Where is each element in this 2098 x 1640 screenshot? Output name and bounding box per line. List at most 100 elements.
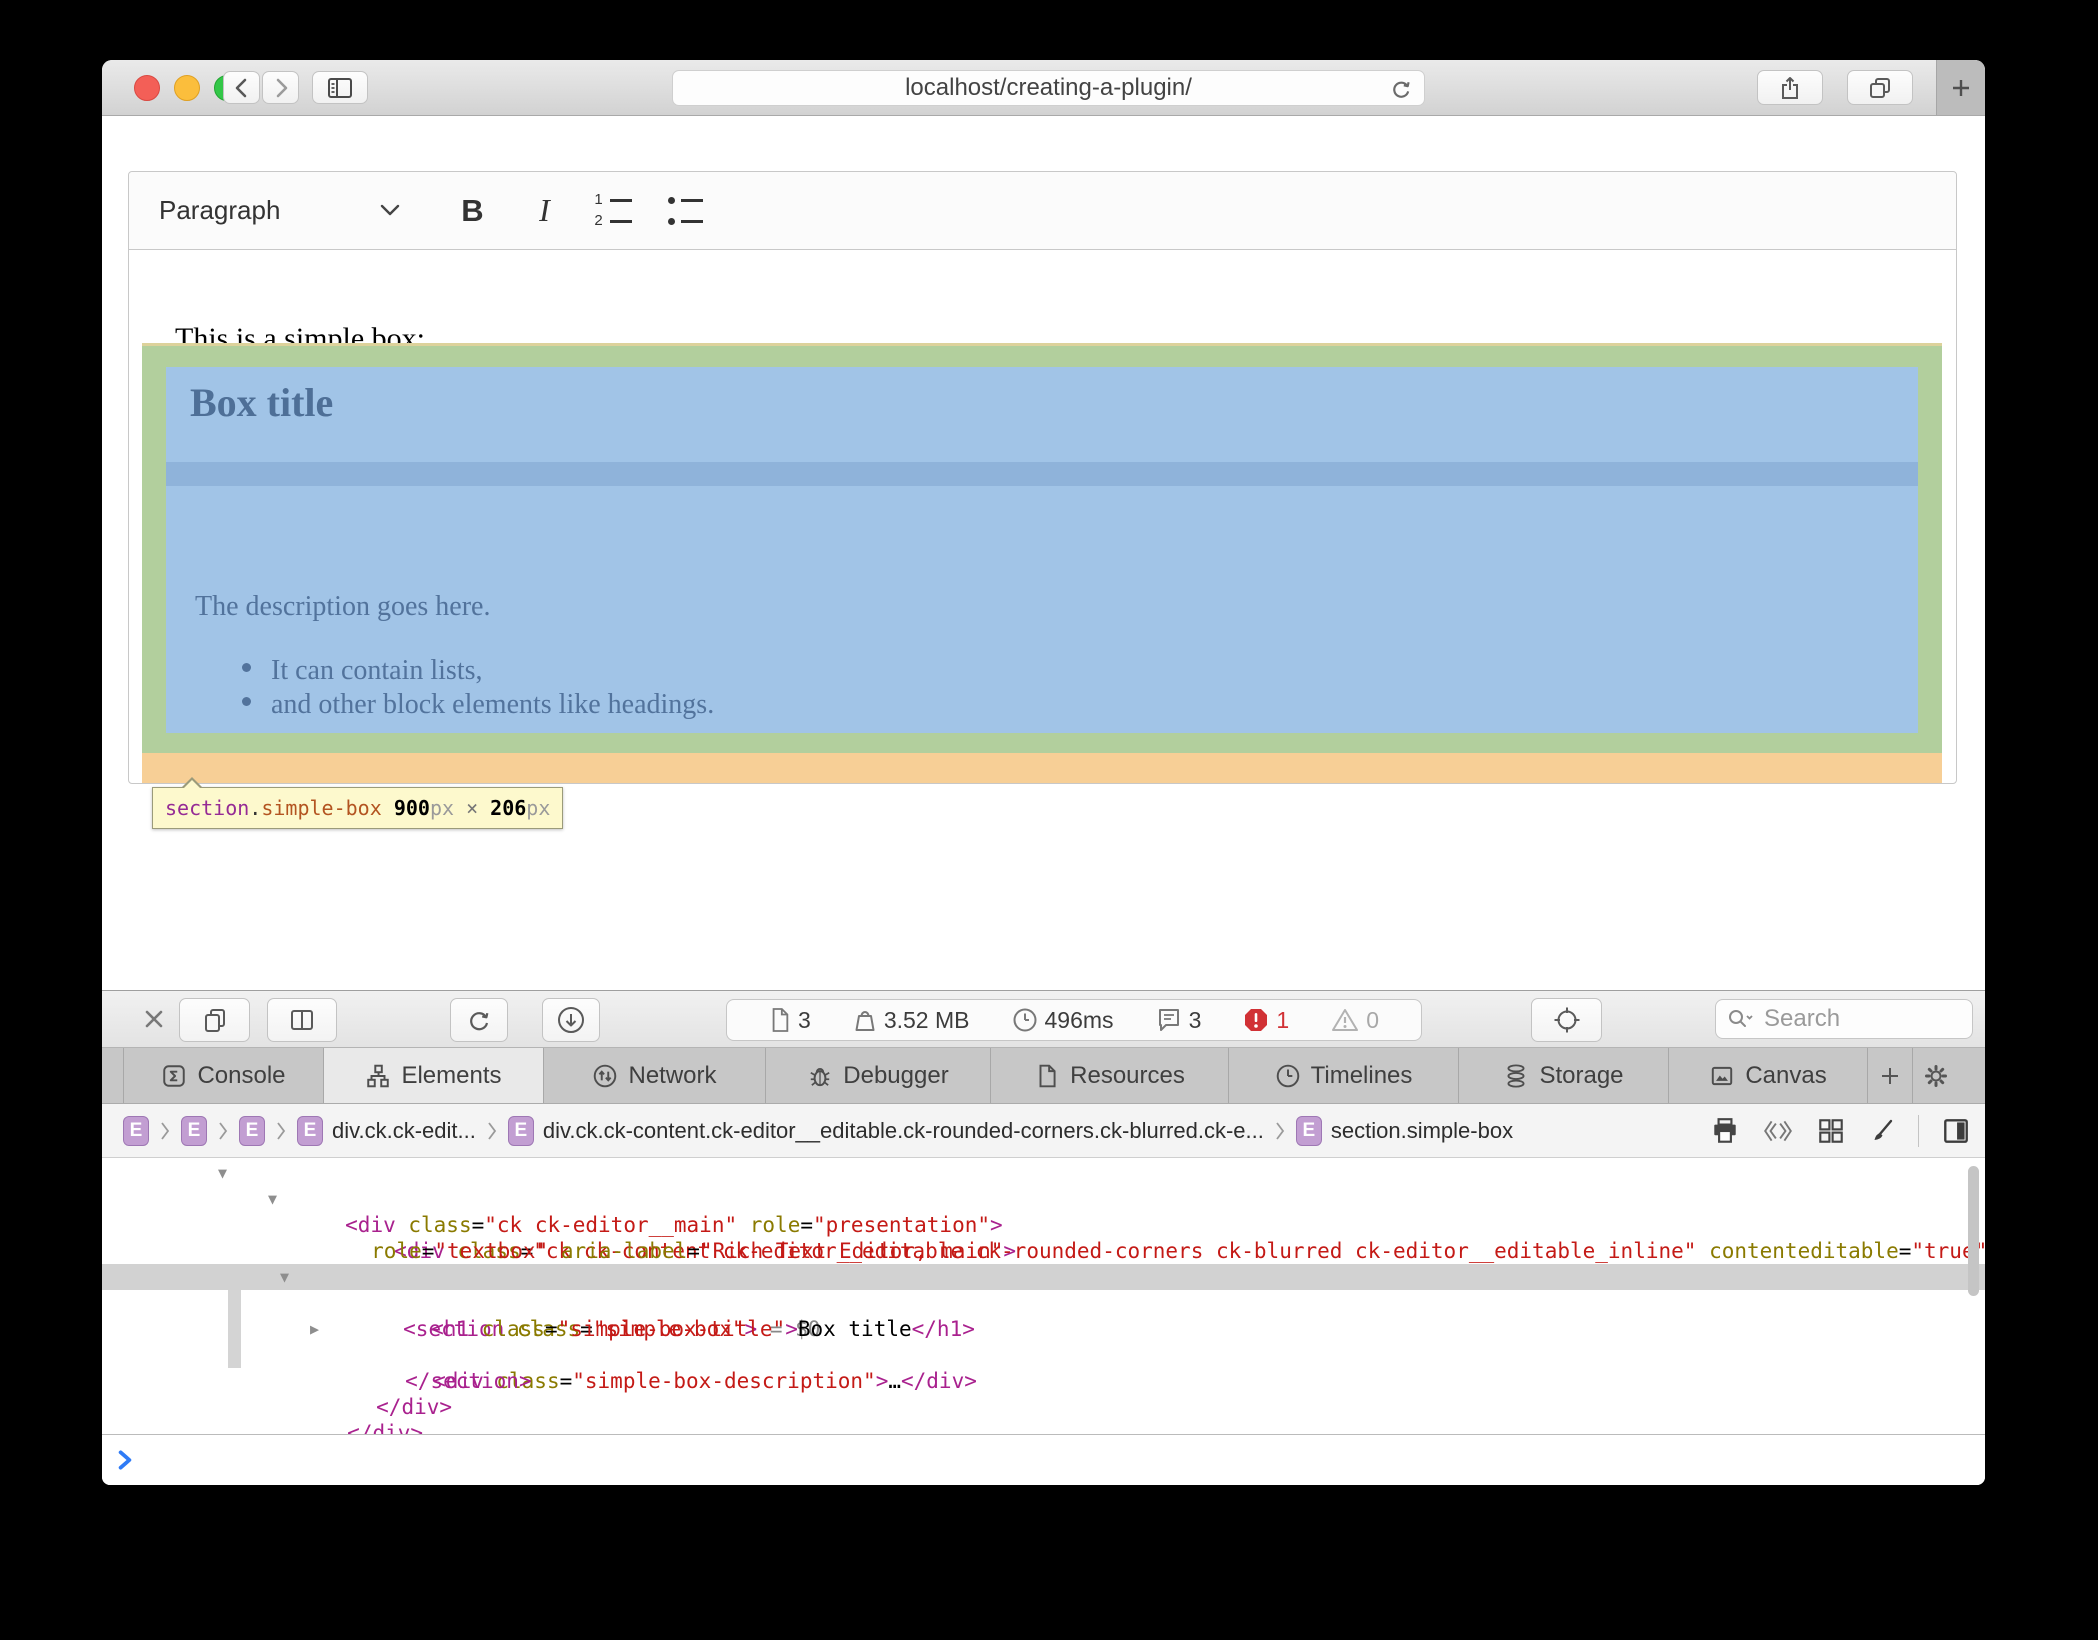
sidebar-toggle-button[interactable] <box>312 71 368 104</box>
disclosure-triangle[interactable]: ▼ <box>280 1264 289 1290</box>
chevron-down-icon[interactable] <box>380 204 400 217</box>
highlight-content-title <box>166 367 1918 462</box>
dom-node-line[interactable]: </div> <box>102 1420 1985 1434</box>
close-inspector-button[interactable] <box>139 1004 169 1034</box>
tab-console[interactable]: Console <box>123 1048 324 1103</box>
dom-node-line[interactable]: <h1 class="simple-box-title">Box title</… <box>102 1290 1985 1316</box>
details-sidebar-toggle-icon[interactable] <box>1941 1116 1971 1146</box>
clock-icon <box>1012 1007 1038 1033</box>
search-placeholder: Search <box>1764 1005 1840 1033</box>
address-bar[interactable]: localhost/creating-a-plugin/ <box>672 70 1425 106</box>
dom-node-line-selected[interactable]: ▼ <section class="simple-box"> = $0 <box>102 1264 1985 1290</box>
tab-debugger[interactable]: Debugger <box>766 1048 991 1103</box>
scrollbar-thumb[interactable] <box>1968 1166 1979 1296</box>
plus-icon <box>1878 1064 1902 1088</box>
page-viewport: Paragraph B I 1 2 This is a simple box: <box>102 116 1985 990</box>
breadcrumb-item[interactable]: E <box>239 1116 265 1146</box>
elements-icon <box>365 1063 391 1089</box>
quick-console[interactable] <box>102 1434 1985 1485</box>
tab-resources[interactable]: Resources <box>991 1048 1229 1103</box>
list-item: It can contain lists, <box>242 655 714 689</box>
tabs-icon <box>1867 75 1893 101</box>
box-bullet-list: It can contain lists, and other block el… <box>242 655 714 723</box>
browser-window: localhost/creating-a-plugin/ Paragraph B… <box>102 60 1985 1485</box>
reload-page-button[interactable] <box>450 998 508 1042</box>
disclosure-triangle[interactable]: ▶ <box>310 1316 319 1342</box>
grid-layout-icon[interactable] <box>1816 1116 1846 1146</box>
tooltip-class-name: simple-box <box>261 796 381 820</box>
share-button[interactable] <box>1757 70 1823 105</box>
back-icon <box>231 77 253 99</box>
bulleted-list-button[interactable] <box>666 194 703 227</box>
print-icon[interactable] <box>1710 1116 1740 1146</box>
inspector-settings-button[interactable] <box>1913 1048 1958 1103</box>
new-tab-button[interactable] <box>1936 60 1985 115</box>
image-icon <box>1709 1063 1735 1089</box>
bold-button[interactable]: B <box>452 193 492 229</box>
dom-node-line[interactable]: ▼ <div class="ck ck-content ck-editor__e… <box>102 1186 1985 1212</box>
tab-elements[interactable]: Elements <box>324 1048 544 1103</box>
tab-network[interactable]: Network <box>544 1048 766 1103</box>
breadcrumb-item[interactable]: Ediv.ck.ck-content.ck-editor__editable.c… <box>508 1116 1264 1146</box>
sidebar-icon <box>326 76 354 100</box>
disclosure-triangle[interactable]: ▼ <box>218 1160 227 1186</box>
inspector-search-input[interactable]: Search <box>1715 999 1973 1039</box>
dom-tree-panel: ▼ <div class="ck ck-editor__main" role="… <box>102 1158 1985 1434</box>
breadcrumb-item[interactable]: Ediv.ck.ck-edit... <box>297 1116 476 1146</box>
tab-storage[interactable]: Storage <box>1459 1048 1669 1103</box>
share-icon <box>1778 75 1802 101</box>
detach-inspector-button[interactable] <box>179 998 250 1042</box>
breadcrumb-item[interactable]: E <box>123 1116 149 1146</box>
search-icon <box>1726 1007 1756 1031</box>
dom-node-line[interactable]: </div> <box>102 1394 1985 1420</box>
dock-side-button[interactable] <box>267 998 337 1042</box>
document-icon <box>769 1007 791 1033</box>
disclosure-triangle[interactable]: ▼ <box>268 1186 277 1212</box>
dom-node-line[interactable]: ▼ <div class="ck ck-editor__main" role="… <box>102 1160 1985 1186</box>
chevron-right-icon <box>217 1118 229 1144</box>
stat-time: 496ms <box>1012 1007 1114 1034</box>
add-tab-button[interactable] <box>1868 1048 1913 1103</box>
reload-icon <box>465 1006 493 1034</box>
italic-button[interactable]: I <box>524 192 564 229</box>
bullet-dot <box>242 663 251 672</box>
browser-titlebar: localhost/creating-a-plugin/ <box>102 60 1985 116</box>
forward-button[interactable] <box>262 71 299 104</box>
resource-stats-bar[interactable]: 3 3.52 MB 496ms 3 1 <box>726 999 1422 1041</box>
paintbrush-icon[interactable] <box>1868 1117 1896 1145</box>
stat-documents: 3 <box>769 1007 811 1034</box>
console-prompt-icon <box>114 1449 136 1471</box>
code-brackets-icon[interactable] <box>1762 1117 1794 1145</box>
element-picker-button[interactable] <box>1531 998 1602 1042</box>
close-window-button[interactable] <box>134 75 160 101</box>
dom-node-line[interactable]: role="textbox" aria-label="Rich Text Edi… <box>102 1212 1985 1238</box>
dom-node-line[interactable]: <p>This is a simple box:</p> <box>102 1238 1985 1264</box>
stat-memory: 3.52 MB <box>853 1007 970 1034</box>
tooltip-height-value: 206 <box>490 796 526 820</box>
minimize-window-button[interactable] <box>174 75 200 101</box>
reload-icon[interactable] <box>1388 76 1414 102</box>
stat-errors: 1 <box>1243 1007 1289 1034</box>
list-item: and other block elements like headings. <box>242 689 714 723</box>
tab-timelines[interactable]: Timelines <box>1229 1048 1459 1103</box>
error-icon <box>1243 1007 1269 1033</box>
gear-icon <box>1923 1063 1949 1089</box>
dom-node-line[interactable]: </section> <box>102 1342 1985 1368</box>
download-button[interactable] <box>542 998 600 1042</box>
tab-overview-button[interactable] <box>1847 70 1913 105</box>
inspector-toolbar: 3 3.52 MB 496ms 3 1 <box>102 990 1985 1048</box>
split-view-icon <box>288 1006 316 1034</box>
tab-canvas[interactable]: Canvas <box>1669 1048 1868 1103</box>
dom-node-line[interactable]: ▶ <div class="simple-box-description">…<… <box>102 1316 1985 1342</box>
breadcrumb-item-selected[interactable]: Esection.simple-box <box>1296 1116 1513 1146</box>
dom-node-line[interactable]: </div> <box>102 1368 1985 1394</box>
dom-breadcrumb-bar: E E E Ediv.ck.ck-edit... Ediv.ck.ck-cont… <box>102 1104 1985 1158</box>
box-description: The description goes here. <box>195 591 490 623</box>
url-text: localhost/creating-a-plugin/ <box>905 74 1192 102</box>
back-button[interactable] <box>223 71 260 104</box>
paragraph-dropdown-label[interactable]: Paragraph <box>159 195 280 226</box>
numbered-list-button[interactable]: 1 2 <box>594 194 632 227</box>
breadcrumb-item[interactable]: E <box>181 1116 207 1146</box>
target-crosshair-icon <box>1552 1005 1582 1035</box>
simple-box-highlight: Box title The description goes here. It … <box>142 343 1942 783</box>
